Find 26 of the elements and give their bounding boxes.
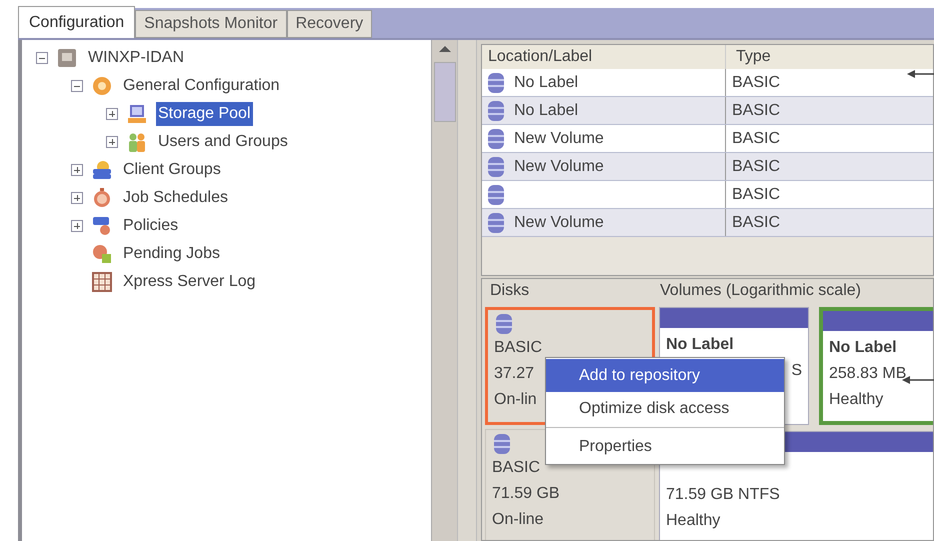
disk-info: 37.27: [494, 364, 534, 384]
table-cell-text: BASIC: [732, 184, 780, 204]
table-cell-text: New Volume: [514, 212, 604, 232]
disk-info: On-lin: [494, 390, 537, 410]
volume-info: 71.59 GB NTFS: [666, 485, 780, 505]
table-cell-text: BASIC: [732, 212, 780, 232]
table-cell-text: BASIC: [732, 72, 780, 92]
volume-info: 258.83 MB: [829, 364, 906, 384]
table-cell-text: BASIC: [732, 156, 780, 176]
table-cell-text: BASIC: [732, 128, 780, 148]
table-cell-text: No Label: [514, 100, 578, 120]
volumes-heading: Volumes (Logarithmic scale): [659, 281, 861, 301]
table-cell-text: New Volume: [514, 156, 604, 176]
disks-heading: Disks: [489, 281, 530, 301]
volume-info: S: [791, 361, 802, 381]
volume-info: Healthy: [829, 390, 884, 410]
table-cell-text: New Volume: [514, 128, 604, 148]
volume-label: No Label: [829, 338, 897, 358]
disk-info: BASIC: [494, 338, 542, 358]
disk-info: On-line: [492, 510, 544, 530]
disk-info: 71.59 GB: [492, 484, 560, 504]
volume-info: Healthy: [666, 511, 720, 531]
volume-label: No Label: [666, 335, 734, 355]
table-cell-text: BASIC: [732, 100, 780, 120]
table-cell-text: No Label: [514, 72, 578, 92]
disk-info: BASIC: [492, 458, 540, 478]
